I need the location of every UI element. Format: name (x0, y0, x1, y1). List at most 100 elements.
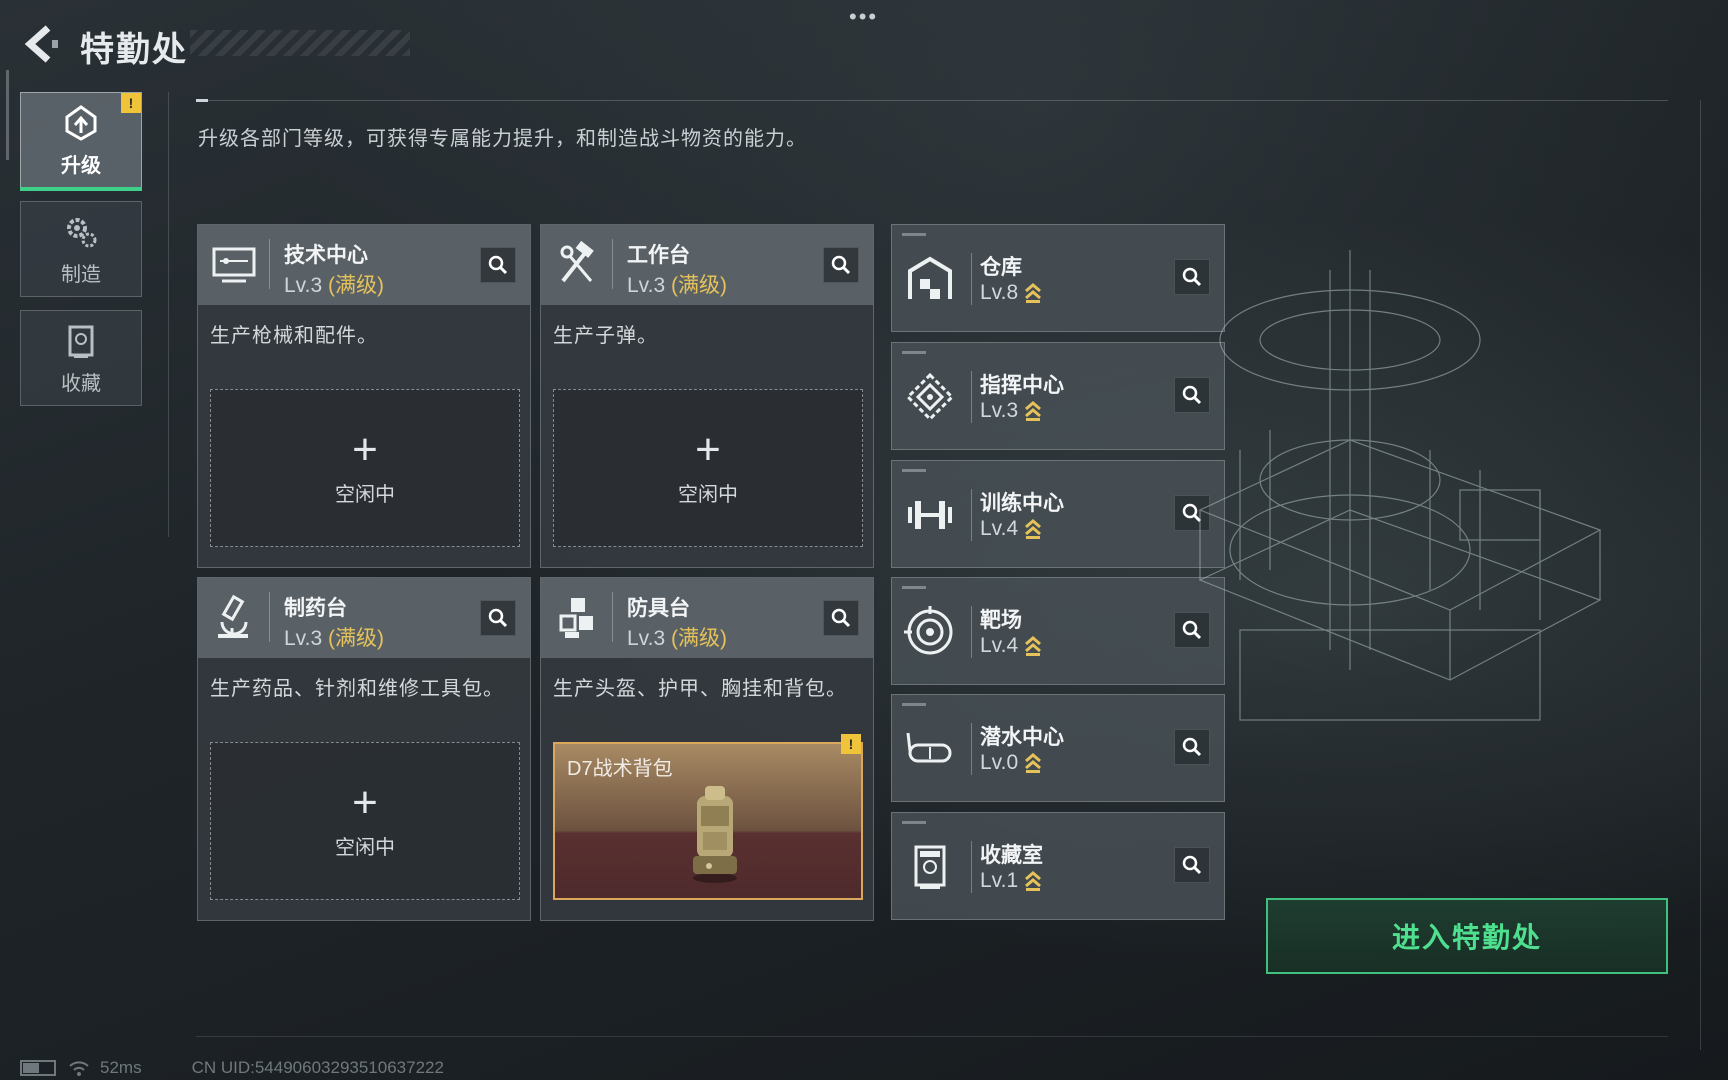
microscope-icon (218, 594, 248, 638)
facility-collection-room[interactable]: 收藏室 Lv.1 (891, 812, 1225, 920)
upgrade-arrows-icon (1025, 519, 1042, 540)
level-value: Lv.4 (980, 634, 1019, 657)
upgrade-arrows-icon (1025, 636, 1042, 657)
max-level-tag: (满级) (670, 627, 727, 650)
production-slot[interactable]: + 空闲中 (210, 389, 520, 547)
ping-readout: 52ms (100, 1058, 142, 1077)
dept-description: 生产枪械和配件。 (210, 325, 378, 347)
title-decoration (190, 30, 410, 56)
wifi-icon (69, 1061, 89, 1076)
slot-status: 空闲中 (335, 483, 395, 506)
facility-shooting-range[interactable]: 靶场 Lv.4 (891, 577, 1225, 685)
alert-badge: ! (121, 93, 141, 113)
inspect-button[interactable] (1174, 847, 1210, 883)
header-separator (269, 592, 270, 642)
dept-name: 防具台 (627, 597, 690, 620)
level-value: Lv.3 (627, 627, 666, 650)
production-slot[interactable]: + 空闲中 (210, 742, 520, 900)
dept-name: 工作台 (627, 244, 690, 267)
facility-name: 指挥中心 (980, 374, 1064, 397)
header-separator (971, 489, 972, 541)
header-separator (971, 841, 972, 893)
dept-name: 技术中心 (284, 244, 368, 267)
facility-warehouse[interactable]: 仓库 Lv.8 (891, 224, 1225, 332)
search-icon (488, 255, 508, 275)
facility-level: Lv.4 (980, 517, 1042, 541)
header-separator (971, 371, 972, 423)
nav-item-collection[interactable]: 收藏 (20, 310, 142, 406)
header-separator (971, 253, 972, 305)
more-dots-icon[interactable]: ••• (849, 6, 878, 28)
backpack-icon (693, 786, 737, 883)
search-icon (831, 255, 851, 275)
max-level-tag: (满级) (327, 274, 384, 297)
card-tick (902, 586, 926, 589)
upgrade-arrows-icon (1025, 283, 1042, 304)
inspect-button[interactable] (480, 600, 516, 636)
collection-icon (68, 325, 94, 358)
page-subtitle: 升级各部门等级，可获得专属能力提升，和制造战斗物资的能力。 (198, 128, 807, 150)
inspect-button[interactable] (823, 600, 859, 636)
nav-item-upgrade[interactable]: ! 升级 (20, 92, 142, 191)
facility-name: 潜水中心 (980, 726, 1064, 749)
dept-card-tech-center: 技术中心 Lv.3 (满级) 生产枪械和配件。 + 空闲中 (197, 224, 531, 568)
facility-level: Lv.3 (980, 399, 1042, 423)
user-uid: CN UID:5449060329351063​7222 (191, 1058, 444, 1077)
dept-level: Lv.3 (满级) (627, 622, 727, 652)
facility-diving-center[interactable]: 潜水中心 Lv.0 (891, 694, 1225, 802)
card-tick (902, 351, 926, 354)
nav-rail-line (168, 92, 169, 537)
search-icon (1182, 855, 1202, 875)
header-separator (269, 239, 270, 289)
level-value: Lv.3 (284, 627, 323, 650)
facility-level: Lv.1 (980, 869, 1042, 893)
bottom-divider (196, 1036, 1668, 1037)
facility-name: 训练中心 (980, 492, 1064, 515)
alert-badge: ! (841, 734, 861, 754)
inspect-button[interactable] (823, 247, 859, 283)
crafted-item-slot[interactable]: ! D7战术背包 (553, 734, 863, 900)
dept-card-armor-bench: 防具台 Lv.3 (满级) 生产头盔、护甲、胸挂和背包。 ! D7战术背包 (540, 577, 874, 921)
nav-rail (6, 70, 9, 160)
plus-icon: + (695, 424, 721, 474)
target-icon (904, 606, 953, 655)
nav-label: 升级 (61, 154, 101, 177)
dept-description: 生产子弹。 (553, 325, 658, 347)
card-tick (902, 469, 926, 472)
level-value: Lv.8 (980, 281, 1019, 304)
dept-name: 制药台 (284, 597, 347, 620)
dept-level: Lv.3 (满级) (284, 269, 384, 299)
search-icon (488, 608, 508, 628)
header-separator (971, 606, 972, 658)
dumbbell-icon (908, 501, 952, 529)
upgrade-arrows-icon (1025, 871, 1042, 892)
dept-header: 制药台 Lv.3 (满级) (198, 578, 530, 658)
header-separator (612, 592, 613, 642)
facility-command-center[interactable]: 指挥中心 Lv.3 (891, 342, 1225, 450)
back-arrow-icon (24, 25, 58, 63)
dept-level: Lv.3 (满级) (284, 622, 384, 652)
back-button[interactable] (18, 22, 62, 66)
nav-label: 制造 (61, 263, 101, 286)
nav-item-craft[interactable]: 制造 (20, 201, 142, 297)
facility-level: Lv.8 (980, 281, 1042, 305)
max-level-tag: (满级) (670, 274, 727, 297)
facility-training-center[interactable]: 训练中心 Lv.4 (891, 460, 1225, 568)
facility-name: 收藏室 (980, 844, 1043, 867)
dept-card-workbench: 工作台 Lv.3 (满级) 生产子弹。 + 空闲中 (540, 224, 874, 568)
warehouse-icon (908, 256, 952, 299)
upgrade-arrows-icon (1025, 401, 1042, 422)
inspect-button[interactable] (480, 247, 516, 283)
dept-header: 防具台 Lv.3 (满级) (541, 578, 873, 658)
facility-level: Lv.0 (980, 751, 1042, 775)
production-slot[interactable]: + 空闲中 (553, 389, 863, 547)
upgrade-icon (65, 104, 97, 141)
status-bar: 52ms CN UID:5449060329351063​7222 (20, 1056, 444, 1080)
command-icon (905, 372, 955, 422)
level-value: Lv.3 (627, 274, 666, 297)
card-tick (902, 821, 926, 824)
level-value: Lv.0 (980, 751, 1019, 774)
dept-level: Lv.3 (满级) (627, 269, 727, 299)
enter-special-ops-button[interactable]: 进入特勤处 (1266, 898, 1668, 974)
search-icon (831, 608, 851, 628)
